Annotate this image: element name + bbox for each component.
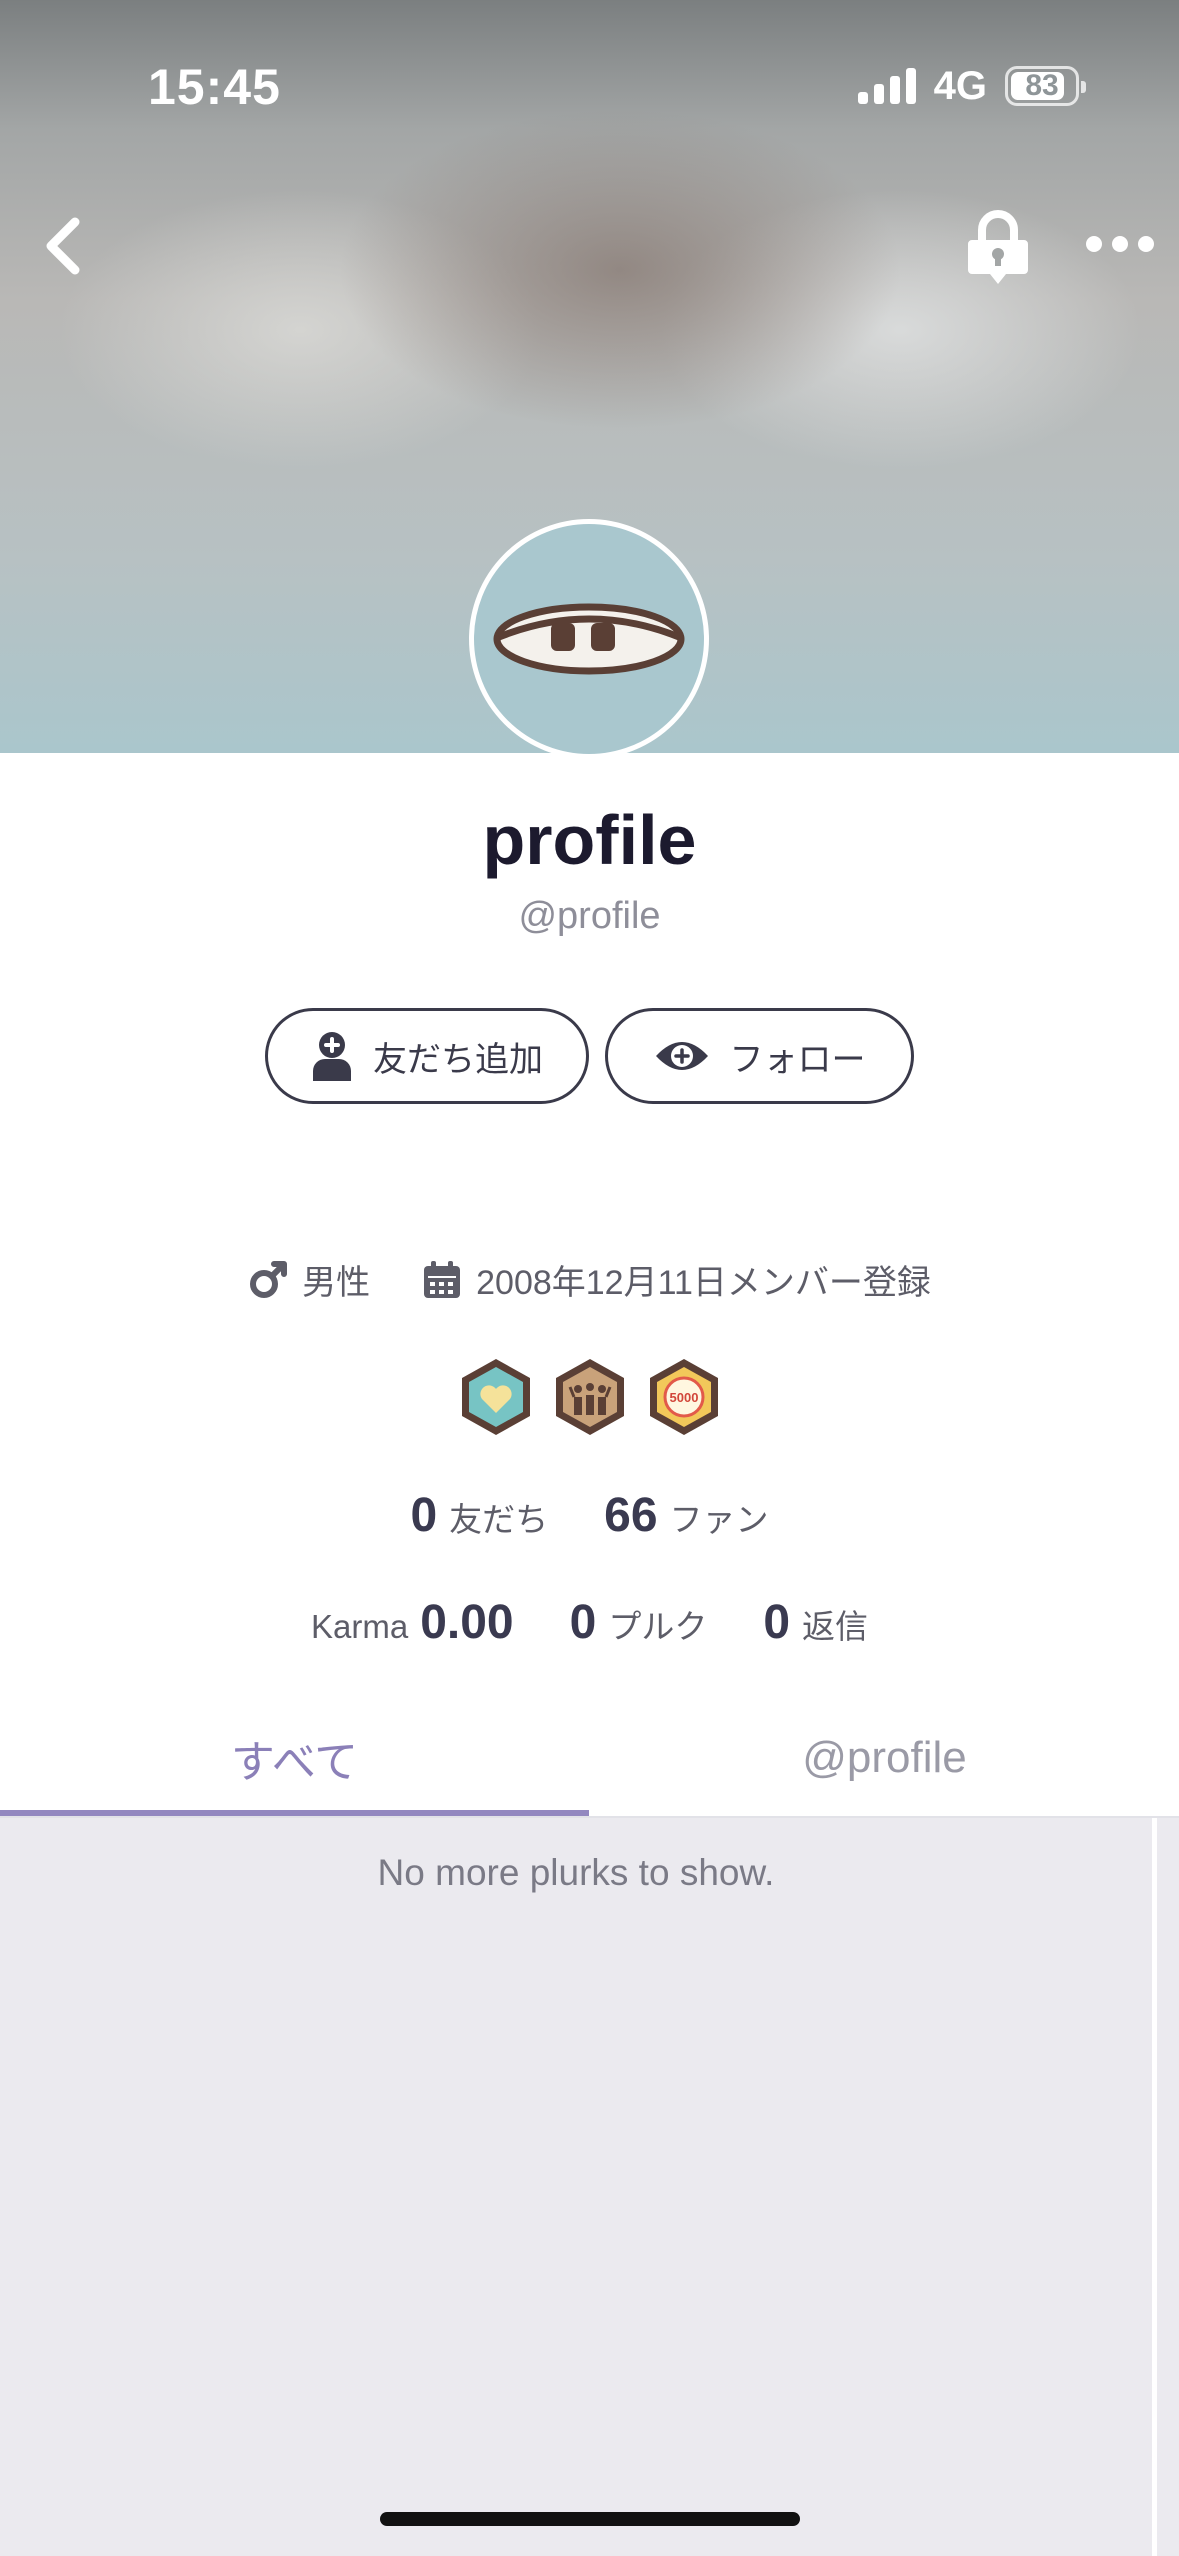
calendar-icon (424, 1260, 461, 1298)
male-icon (250, 1260, 288, 1298)
plurks-count: 0 (569, 1596, 597, 1649)
badge-list: 5000 (0, 1357, 1179, 1437)
add-person-icon (313, 1032, 351, 1081)
activity-stats: Karma 0.00 0 プルク 0 返信 (0, 1595, 1179, 1650)
add-friend-button[interactable]: 友だち追加 (265, 1008, 589, 1104)
empty-feed-message: No more plurks to show. (377, 1852, 775, 1893)
plurk-feed[interactable] (0, 1818, 1152, 2556)
people-badge-icon[interactable] (554, 1357, 626, 1437)
signal-icon (857, 68, 916, 104)
5000-badge-icon[interactable]: 5000 (648, 1357, 720, 1437)
follow-button[interactable]: フォロー (605, 1008, 914, 1104)
username: @profile (518, 895, 661, 937)
friends-count[interactable]: 0 (410, 1488, 437, 1543)
karma-label: Karma (310, 1608, 409, 1645)
add-friend-label: 友だち追加 (373, 1040, 543, 1079)
profile-meta: 男性 2008年12月11日メンバー登録 (0, 1255, 1179, 1304)
feed-scroll-gutter (1157, 1818, 1179, 2556)
friends-fans-stats: 0 友だち 66 ファン (0, 1488, 1179, 1543)
more-icon (1086, 236, 1102, 252)
active-tab-indicator (0, 1810, 589, 1816)
network-type: 4G (933, 63, 987, 108)
battery-icon: 83 (1005, 66, 1086, 106)
chevron-left-icon (46, 217, 80, 275)
tab-mentions[interactable]: @profile (590, 1700, 1179, 1816)
more-options-button[interactable] (1086, 222, 1154, 266)
replies-count: 0 (763, 1596, 791, 1649)
friends-label[interactable]: 友だち (449, 1493, 548, 1541)
avatar-eye-image (493, 603, 685, 675)
home-indicator[interactable] (380, 2512, 800, 2526)
gender-label: 男性 (302, 1264, 371, 1302)
privacy-lock-button[interactable] (966, 208, 1030, 284)
display-name: profile (482, 801, 697, 879)
replies-label: 返信 (802, 1608, 869, 1645)
tab-all[interactable]: すべて (0, 1700, 589, 1816)
follow-label: フォロー (729, 1040, 866, 1079)
lock-icon (968, 210, 1028, 284)
heart-badge-icon[interactable] (460, 1357, 532, 1437)
joined-date: 2008年12月11日メンバー登録 (476, 1264, 931, 1302)
timeline-tabs: すべて @profile (0, 1700, 1179, 1818)
plurks-label: プルク (608, 1608, 708, 1645)
badge-5000-text: 5000 (669, 1390, 698, 1405)
karma-value: 0.00 (420, 1596, 514, 1649)
fans-count[interactable]: 66 (604, 1488, 657, 1543)
eye-plus-icon (655, 1042, 708, 1070)
back-button[interactable] (36, 212, 90, 280)
fans-label[interactable]: ファン (670, 1493, 769, 1541)
status-time: 15:45 (148, 59, 281, 115)
battery-level: 83 (1025, 69, 1059, 102)
status-indicators: 4G 83 (857, 63, 1086, 108)
avatar[interactable] (469, 519, 709, 759)
